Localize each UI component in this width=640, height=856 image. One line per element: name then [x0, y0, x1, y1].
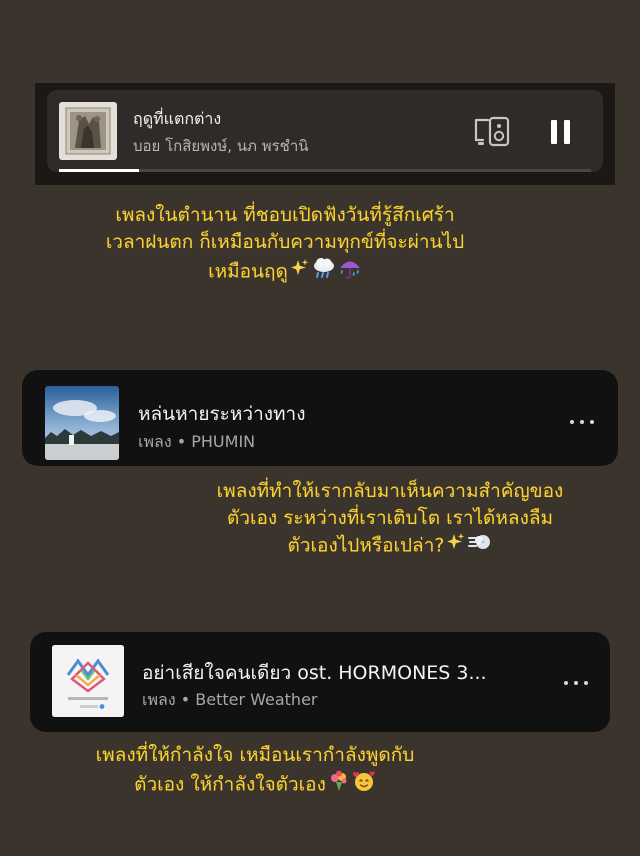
more-options-icon[interactable]: [562, 679, 590, 687]
caption-line: เพลงที่ให้กำลังใจ เหมือนเรากำลังพูดกับ: [95, 744, 415, 766]
caption-first: เพลงในตำนาน ที่ชอบเปิดฟังวันที่รู้สึกเศร…: [50, 202, 520, 288]
song-card[interactable]: หล่นหายระหว่างทาง เพลง • PHUMIN: [22, 370, 618, 466]
now-playing-card[interactable]: ฤดูที่แตกต่าง บอย โกสิยพงษ์, นภ พรชำนิ: [47, 90, 603, 172]
caption-second: เพลงที่ทำให้เรากลับมาเห็นความสำคัญของ ตั…: [150, 478, 630, 560]
caption-line: เหมือนฤดู: [208, 260, 288, 283]
caption-line: ตัวเอง ระหว่างที่เราเติบโต เราได้หลงลืม: [226, 507, 554, 529]
caption-line: เวลาฝนตก ก็เหมือนกับความทุกข์ที่จะผ่านไป: [105, 231, 465, 253]
bouquet-icon: [328, 770, 350, 800]
sparkles-icon: [290, 258, 310, 286]
playback-progress-fill: [59, 169, 139, 172]
song-title: อย่าเสียใจคนเดียว ost. HORMONES 3...: [142, 662, 487, 684]
song-card[interactable]: อย่าเสียใจคนเดียว ost. HORMONES 3... เพล…: [30, 632, 610, 732]
caption-line: เพลงที่ทำให้เรากลับมาเห็นความสำคัญของ: [216, 480, 564, 502]
song-subtitle: เพลง • Better Weather: [142, 690, 318, 709]
sparkles-icon: [446, 532, 466, 560]
caption-line-with-emoji: เหมือนฤดู: [50, 256, 520, 288]
song-cover: [52, 645, 124, 717]
speaker-device-icon[interactable]: [473, 114, 513, 150]
dashing-away-icon: [468, 532, 492, 560]
caption-line: ตัวเองไปหรือเปล่า?: [287, 534, 445, 557]
caption-line: ตัวเอง ให้กำลังใจตัวเอง: [134, 773, 326, 796]
pause-icon[interactable]: [547, 118, 575, 146]
cloud-with-rain-icon: [312, 257, 336, 287]
playback-progress[interactable]: [59, 169, 591, 172]
song-title: หล่นหายระหว่างทาง: [138, 403, 306, 425]
caption-third: เพลงที่ให้กำลังใจ เหมือนเรากำลังพูดกับ ต…: [40, 742, 470, 801]
now-playing-artist: บอย โกสิยพงษ์, นภ พรชำนิ: [133, 137, 309, 155]
song-cover: [45, 386, 119, 460]
song-subtitle: เพลง • PHUMIN: [138, 432, 256, 451]
now-playing-title: ฤดูที่แตกต่าง: [133, 109, 222, 128]
caption-line: เพลงในตำนาน ที่ชอบเปิดฟังวันที่รู้สึกเศร…: [115, 204, 455, 226]
more-options-icon[interactable]: [568, 418, 596, 426]
caption-line-with-emoji: ตัวเอง ให้กำลังใจตัวเอง: [40, 769, 470, 801]
smiling-face-with-hearts-icon: [352, 769, 376, 801]
umbrella-with-rain-icon: [338, 256, 362, 288]
caption-line-with-emoji: ตัวเองไปหรือเปล่า?: [150, 532, 630, 560]
album-art: [59, 102, 117, 160]
